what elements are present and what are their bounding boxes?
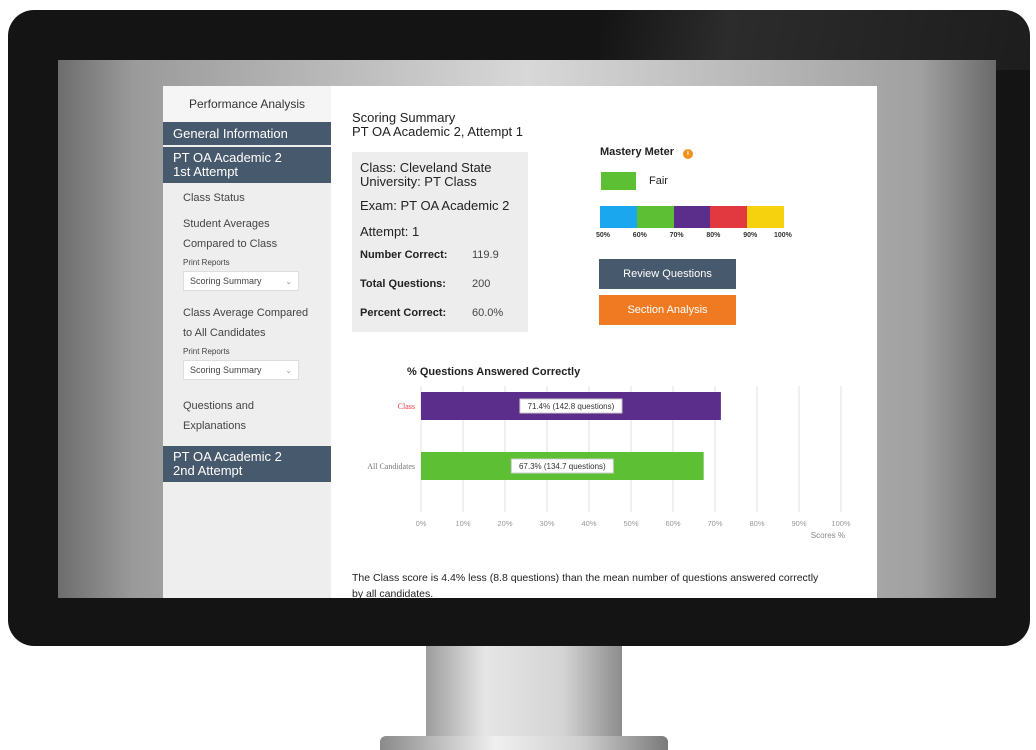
sidebar-link-label: Class Average Compared <box>183 307 309 319</box>
mastery-meter-segment <box>710 206 748 228</box>
sidebar-link-label: Questions and <box>183 400 254 412</box>
sidebar-header: Performance Analysis <box>163 86 331 122</box>
sidebar-item-label: PT OA Academic 2 <box>173 449 282 464</box>
mastery-meter-title: Mastery Meter <box>600 146 674 158</box>
chart-x-tick-label: 0% <box>416 519 427 528</box>
section-analysis-button[interactable]: Section Analysis <box>599 295 736 325</box>
exam-name: Exam: PT OA Academic 2 <box>360 198 510 213</box>
sidebar: Performance Analysis General Information… <box>163 86 331 598</box>
chart-x-tick-label: 10% <box>455 519 470 528</box>
chevron-down-icon: ⌄ <box>285 365 292 375</box>
mastery-level-label: Fair <box>649 175 668 187</box>
print-reports-select[interactable]: Scoring Summary ⌄ <box>183 360 299 380</box>
chart-x-tick-label: 20% <box>497 519 512 528</box>
summary-line: by all candidates. <box>352 588 434 598</box>
sidebar-link-label: to All Candidates <box>183 327 266 339</box>
chart-data-label: 71.4% (142.8 questions) <box>528 402 615 411</box>
number-correct-label: Number Correct: <box>360 249 448 261</box>
chart-data-label: 67.3% (134.7 questions) <box>519 462 606 471</box>
sidebar-link-class-average[interactable]: Class Average Compared to All Candidates <box>163 297 331 343</box>
chart-category-label: Class <box>398 402 415 411</box>
sidebar-link-class-status[interactable]: Class Status <box>163 185 331 208</box>
chevron-down-icon: ⌄ <box>285 276 292 286</box>
sidebar-item-general-information[interactable]: General Information <box>163 122 331 147</box>
monitor-stand-base <box>380 736 668 750</box>
percent-correct-label: Percent Correct: <box>360 307 447 319</box>
number-correct-value: 119.9 <box>472 249 499 261</box>
sidebar-item-first-attempt[interactable]: PT OA Academic 2 1st Attempt <box>163 147 331 185</box>
select-value: Scoring Summary <box>190 276 262 286</box>
mastery-meter-segment <box>673 206 711 228</box>
sidebar-link-label: Compared to Class <box>183 238 278 250</box>
print-reports-select[interactable]: Scoring Summary ⌄ <box>183 271 299 291</box>
sidebar-link-student-averages[interactable]: Student Averages Compared to Class <box>163 208 331 254</box>
chart-category-label: All Candidates <box>367 462 415 471</box>
attempt-number: Attempt: 1 <box>360 224 420 239</box>
sidebar-link-label: Student Averages <box>183 218 270 230</box>
class-name-line1: Class: Cleveland State <box>360 160 492 175</box>
monitor-stand <box>426 646 622 738</box>
sidebar-link-label: Explanations <box>183 420 246 432</box>
mastery-meter-tick: 90% <box>743 232 758 239</box>
mastery-level-swatch <box>601 172 636 190</box>
score-bar-chart: 0% 10% 20% 30% 40% 50% 60% 70% 80% 90% 100% Class 71… <box>367 386 851 540</box>
app-window: Performance Analysis General Information… <box>163 86 877 598</box>
chart-x-tick-label: 80% <box>749 519 764 528</box>
chart-x-tick-label: 50% <box>623 519 638 528</box>
sidebar-item-second-attempt[interactable]: PT OA Academic 2 2nd Attempt <box>163 446 331 484</box>
chart-x-tick-label: 40% <box>581 519 596 528</box>
print-reports-label: Print Reports <box>183 347 230 356</box>
main-content: Scoring Summary PT OA Academic 2, Attemp… <box>331 86 877 598</box>
chart-x-tick-label: 90% <box>791 519 806 528</box>
summary-line: The Class score is 4.4% less (8.8 questi… <box>352 572 819 584</box>
mastery-meter-bar <box>600 206 784 228</box>
total-questions-value: 200 <box>472 278 491 290</box>
sidebar-link-questions[interactable]: Questions and Explanations <box>163 386 331 446</box>
chart-x-tick-label: 70% <box>707 519 722 528</box>
total-questions-label: Total Questions: <box>360 278 446 290</box>
page-title: Scoring Summary <box>352 110 456 125</box>
info-icon[interactable]: i <box>683 149 693 159</box>
chart-x-tick-label: 100% <box>831 519 851 528</box>
review-questions-button[interactable]: Review Questions <box>599 259 736 289</box>
mastery-meter-segment <box>600 206 637 228</box>
class-name-line2: University: PT Class <box>360 174 477 189</box>
mastery-meter-segment <box>636 206 674 228</box>
mastery-meter-tick: 80% <box>706 232 721 239</box>
mastery-meter-tick: 70% <box>669 232 684 239</box>
mastery-meter-tick: 50% <box>596 232 611 239</box>
mastery-meter-tick: 100% <box>774 232 792 239</box>
summary-text: The Class score is 4.4% less (8.8 questi… <box>352 570 862 598</box>
select-value: Scoring Summary <box>190 365 262 375</box>
percent-correct-value: 60.0% <box>472 307 504 319</box>
chart-x-tick-label: 30% <box>539 519 554 528</box>
sidebar-item-label: PT OA Academic 2 <box>173 150 282 165</box>
mastery-meter-segment <box>747 206 784 228</box>
chart-title: % Questions Answered Correctly <box>407 366 581 378</box>
mastery-meter-tick: 60% <box>632 232 647 239</box>
page-subtitle: PT OA Academic 2, Attempt 1 <box>352 124 524 139</box>
print-reports-label: Print Reports <box>183 258 230 267</box>
exam-info-box: Class: Cleveland State University: PT Cl… <box>352 152 528 332</box>
chart-x-axis-label: Scores % <box>811 531 845 540</box>
chart-x-tick-label: 60% <box>665 519 680 528</box>
sidebar-item-sublabel: 2nd Attempt <box>173 463 243 478</box>
sidebar-item-label: General Information <box>173 126 288 141</box>
sidebar-item-sublabel: 1st Attempt <box>173 164 239 179</box>
